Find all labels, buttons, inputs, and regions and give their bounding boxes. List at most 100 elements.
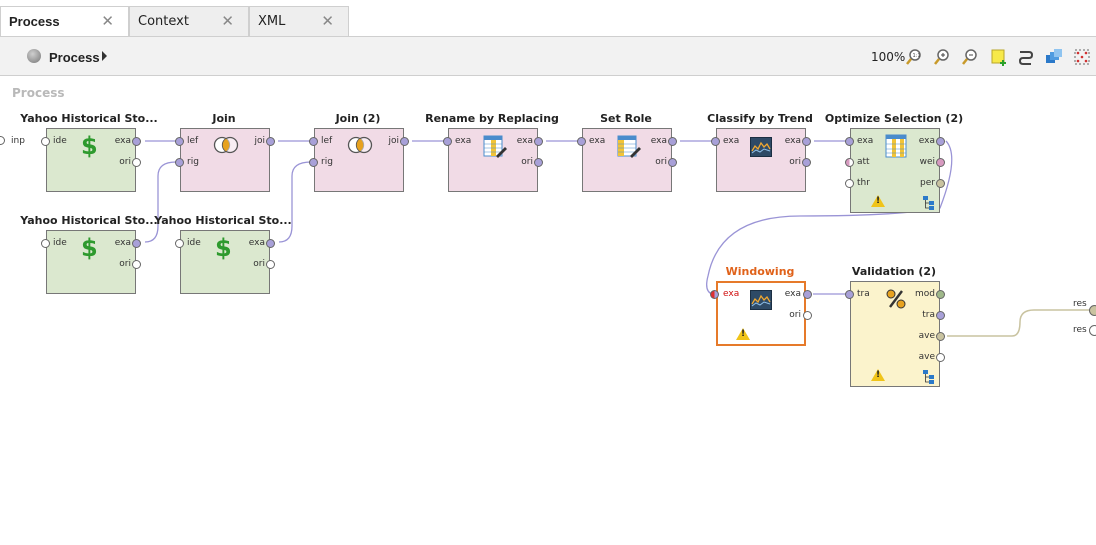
zoom-out-icon[interactable]	[961, 48, 979, 66]
output-port[interactable]	[400, 137, 409, 146]
zoom-fit-icon[interactable]: 1:1	[905, 48, 923, 66]
port-label: att	[857, 157, 870, 167]
port-label: ide	[53, 238, 67, 248]
tab-bar: Process ✕ Context ✕ XML ✕	[0, 0, 1096, 37]
input-port[interactable]	[845, 290, 854, 299]
operator-title: Yahoo Historical Sto...	[154, 214, 292, 227]
breadcrumb[interactable]: Process	[49, 50, 100, 65]
input-port[interactable]	[309, 137, 318, 146]
input-port[interactable]	[41, 239, 50, 248]
port-label: exa	[723, 289, 740, 299]
output-port[interactable]	[534, 158, 543, 167]
output-port[interactable]	[132, 137, 141, 146]
result-port-1[interactable]	[1089, 305, 1096, 316]
operator-join[interactable]: lef rig joi	[180, 128, 270, 192]
table-edit-icon	[483, 135, 507, 158]
output-port[interactable]	[266, 239, 275, 248]
output-port[interactable]	[132, 260, 141, 269]
output-port[interactable]	[936, 353, 945, 362]
output-port[interactable]	[668, 158, 677, 167]
operator-yahoo-historical-stocks-2[interactable]: ide exa ori $	[46, 230, 136, 294]
zoom-in-icon[interactable]	[933, 48, 951, 66]
input-port[interactable]	[845, 137, 854, 146]
operator-title: Join (2)	[335, 112, 381, 125]
output-port[interactable]	[534, 137, 543, 146]
operator-title: Set Role	[600, 112, 652, 125]
breadcrumb-arrow-icon[interactable]	[102, 51, 107, 61]
auto-wire-icon[interactable]	[1017, 48, 1035, 66]
port-label: ave	[918, 352, 935, 362]
operator-set-role[interactable]: exa exa ori	[582, 128, 672, 192]
port-label: ide	[53, 136, 67, 146]
output-port[interactable]	[803, 290, 812, 299]
input-port[interactable]	[175, 158, 184, 167]
output-port[interactable]	[936, 137, 945, 146]
input-port[interactable]	[175, 137, 184, 146]
show-grid-icon[interactable]	[1073, 48, 1091, 66]
operator-join-2[interactable]: lef rig joi	[314, 128, 404, 192]
operator-title: Optimize Selection (2)	[824, 112, 964, 125]
warning-icon[interactable]	[871, 195, 885, 207]
port-label: exa	[857, 136, 874, 146]
output-port[interactable]	[936, 311, 945, 320]
input-port[interactable]	[41, 137, 50, 146]
warning-icon[interactable]	[871, 369, 885, 381]
close-icon[interactable]: ✕	[321, 12, 334, 30]
port-label: exa	[114, 136, 131, 146]
dollar-icon: $	[81, 234, 98, 262]
output-port[interactable]	[132, 158, 141, 167]
operator-title: Yahoo Historical Sto...	[20, 112, 158, 125]
input-port[interactable]	[711, 137, 720, 146]
table-edit-icon	[617, 135, 641, 158]
subprocess-icon[interactable]	[923, 370, 935, 384]
tab-process[interactable]: Process ✕	[0, 6, 129, 37]
output-port[interactable]	[266, 137, 275, 146]
close-icon[interactable]: ✕	[221, 12, 234, 30]
result-port-2[interactable]	[1089, 325, 1096, 336]
port-label: tra	[857, 289, 870, 299]
warning-icon[interactable]	[736, 328, 750, 340]
operator-title: Validation (2)	[851, 265, 937, 278]
output-port[interactable]	[936, 179, 945, 188]
operator-yahoo-historical-stocks-1[interactable]: ide exa ori $	[46, 128, 136, 192]
operator-classify-by-trend[interactable]: exa exa ori	[716, 128, 806, 192]
edge-validation-result	[947, 309, 1090, 337]
input-port[interactable]	[845, 179, 854, 188]
output-port[interactable]	[803, 311, 812, 320]
output-port[interactable]	[802, 137, 811, 146]
process-toolbar: Process 100% 1:1	[0, 36, 1096, 76]
input-port[interactable]	[577, 137, 586, 146]
tab-xml[interactable]: XML ✕	[249, 6, 349, 36]
output-port[interactable]	[936, 158, 945, 167]
close-icon[interactable]: ✕	[101, 12, 114, 30]
input-port[interactable]	[175, 239, 184, 248]
port-label: ave	[918, 331, 935, 341]
operator-windowing[interactable]: exa exa ori	[716, 281, 806, 346]
tab-context-label: Context	[138, 14, 189, 29]
process-canvas[interactable]: Process inp res res Yahoo Historical Sto…	[0, 76, 1096, 545]
input-port[interactable]	[710, 290, 719, 299]
output-port[interactable]	[668, 137, 677, 146]
port-label: ori	[253, 259, 265, 269]
input-port[interactable]	[845, 158, 854, 167]
port-label: per	[920, 178, 935, 188]
tab-xml-label: XML	[258, 14, 286, 29]
operator-yahoo-historical-stocks-3[interactable]: ide exa ori $	[180, 230, 270, 294]
time-series-icon	[750, 290, 772, 310]
output-port[interactable]	[936, 290, 945, 299]
port-label: ori	[789, 310, 801, 320]
arrange-icon[interactable]	[1045, 48, 1063, 66]
input-port[interactable]	[443, 137, 452, 146]
output-port[interactable]	[132, 239, 141, 248]
output-port[interactable]	[266, 260, 275, 269]
add-note-icon[interactable]	[990, 48, 1008, 66]
operator-validation-2[interactable]: tra mod tra ave ave	[850, 281, 940, 387]
output-port[interactable]	[936, 332, 945, 341]
tab-context[interactable]: Context ✕	[129, 6, 249, 36]
operator-title: Rename by Replacing	[425, 112, 559, 125]
subprocess-icon[interactable]	[923, 196, 935, 210]
output-port[interactable]	[802, 158, 811, 167]
input-port[interactable]	[309, 158, 318, 167]
operator-rename-by-replacing[interactable]: exa exa ori	[448, 128, 538, 192]
operator-optimize-selection-2[interactable]: exa att thr exa wei per	[850, 128, 940, 213]
